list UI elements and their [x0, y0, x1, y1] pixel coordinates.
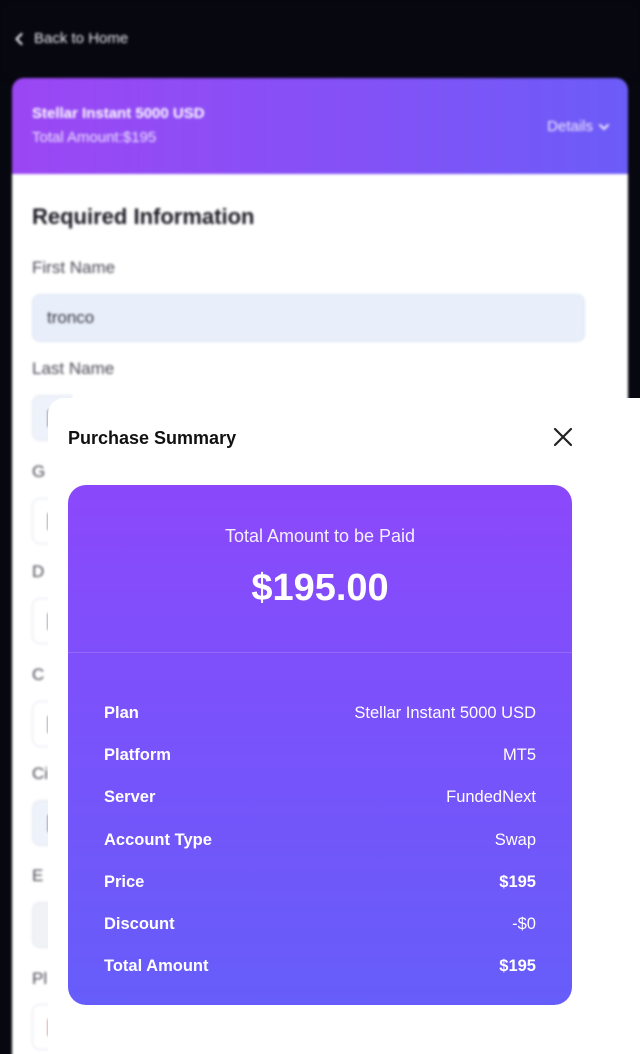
top-bar: Back to Home [0, 0, 640, 80]
row-value: Stellar Instant 5000 USD [354, 703, 536, 722]
first-name-input[interactable]: tronco [32, 294, 585, 342]
details-label: Details [547, 118, 593, 135]
row-value: $195 [499, 957, 536, 976]
row-value: MT5 [503, 745, 536, 764]
email-label-partial: E [32, 866, 44, 885]
summary-row-server: Server FundedNext [104, 777, 536, 819]
date-label-partial: D [32, 562, 45, 581]
row-label: Price [104, 872, 145, 891]
last-name-label: Last Name [32, 359, 115, 378]
summary-total-section: Total Amount to be Paid $195.00 [68, 485, 572, 653]
total-amount: $195.00 [251, 567, 389, 609]
chevron-down-icon [599, 123, 609, 130]
details-toggle[interactable]: Details [547, 118, 610, 135]
summary-row-price: Price $195 [104, 861, 536, 903]
row-label: Plan [104, 703, 139, 722]
first-name-label: First Name [32, 258, 116, 277]
row-label: Platform [104, 745, 171, 764]
plan-total-amount: Total Amount:$195 [32, 129, 157, 146]
summary-card: Total Amount to be Paid $195.00 Plan Ste… [68, 485, 572, 1005]
purchase-summary-modal: Purchase Summary Total Amount to be Paid… [48, 398, 640, 1054]
chevron-left-icon [15, 32, 23, 45]
row-label: Server [104, 788, 156, 807]
row-value: FundedNext [446, 788, 536, 807]
row-label: Account Type [104, 830, 212, 849]
summary-row-total-amount: Total Amount $195 [104, 946, 536, 988]
modal-title: Purchase Summary [68, 428, 237, 448]
row-value: $195 [499, 872, 536, 891]
row-label: Discount [104, 915, 175, 934]
summary-row-plan: Plan Stellar Instant 5000 USD [104, 692, 536, 734]
summary-details: Plan Stellar Instant 5000 USD Platform M… [104, 692, 536, 988]
back-link-label: Back to Home [34, 30, 129, 47]
row-value: -$0 [512, 915, 536, 934]
close-icon[interactable] [550, 424, 576, 450]
first-name-value: tronco [47, 308, 95, 327]
form-heading: Required Information [32, 204, 255, 229]
city-label-partial: Ci [32, 764, 49, 783]
summary-row-discount: Discount -$0 [104, 903, 536, 945]
summary-row-account-type: Account Type Swap [104, 819, 536, 861]
gender-label-partial: G [32, 462, 46, 481]
row-label: Total Amount [104, 957, 209, 976]
summary-row-platform: Platform MT5 [104, 734, 536, 776]
back-to-home-link[interactable]: Back to Home [12, 30, 128, 47]
total-caption: Total Amount to be Paid [224, 526, 416, 546]
country-label-partial: C [32, 665, 45, 684]
plan-header: Stellar Instant 5000 USD Total Amount:$1… [12, 78, 628, 174]
phone-label-partial: Pl [32, 969, 48, 988]
row-value: Swap [494, 830, 536, 849]
plan-title: Stellar Instant 5000 USD [32, 105, 205, 122]
